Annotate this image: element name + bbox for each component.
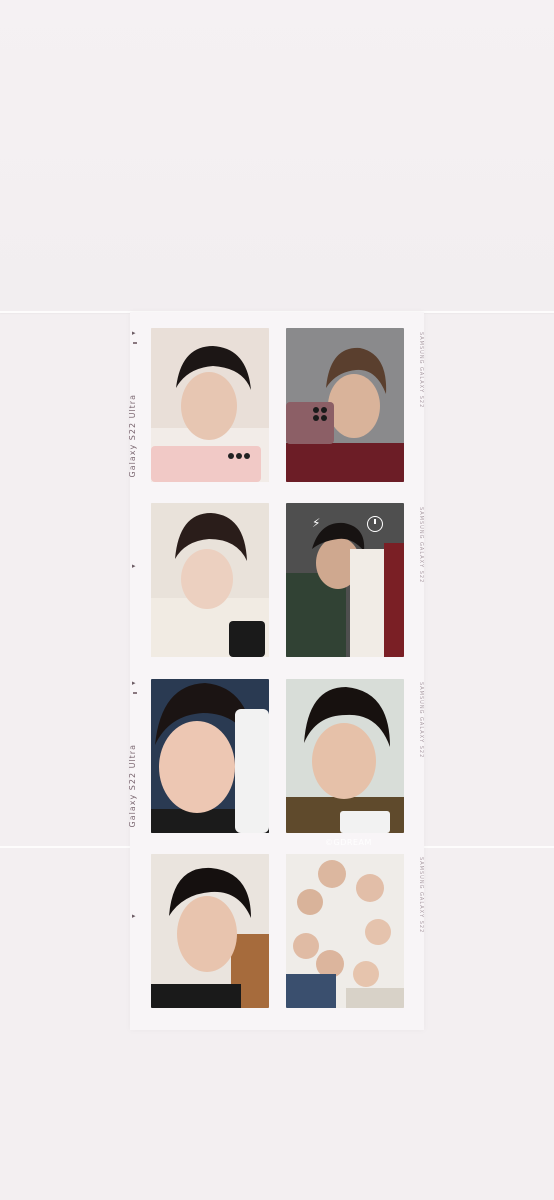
arrow-icon: ▸ — [132, 329, 136, 337]
photo-jin[interactable] — [151, 328, 269, 482]
photo-v[interactable] — [286, 679, 404, 833]
flash-icon: ⚡ — [312, 516, 321, 530]
left-vertical-text: Galaxy S22 Ultra — [128, 394, 137, 478]
right-code-text: SAMSUNG GALAXY S22 — [418, 682, 424, 759]
strip-left-margin: ▸ Galaxy S22 Ultra ▸ ▸ Galaxy S22 Ultra … — [128, 312, 146, 1030]
strip-right-margin: SAMSUNG GALAXY S22 SAMSUNG GALAXY S22 SA… — [408, 312, 424, 1030]
left-vertical-text: Galaxy S22 Ultra — [128, 744, 137, 828]
right-code-text: SAMSUNG GALAXY S22 — [418, 857, 424, 934]
dash-mark — [133, 342, 137, 344]
photo-rm[interactable] — [286, 328, 404, 482]
arrow-icon: ▸ — [132, 912, 136, 920]
arrow-icon: ▸ — [132, 562, 136, 570]
paper-background — [0, 0, 554, 312]
portrait-image — [151, 328, 269, 482]
portrait-image — [151, 503, 269, 657]
photo-jimin[interactable] — [151, 679, 269, 833]
portrait-image — [151, 854, 269, 1008]
watermark-text: ©GDREAM — [325, 838, 372, 847]
photo-jungkook[interactable] — [151, 854, 269, 1008]
portrait-image — [286, 679, 404, 833]
portrait-image — [286, 854, 404, 1008]
photo-suga[interactable] — [151, 503, 269, 657]
portrait-image — [286, 328, 404, 482]
right-code-text: SAMSUNG GALAXY S22 — [418, 507, 424, 584]
right-code-text: SAMSUNG GALAXY S22 — [418, 332, 424, 409]
arrow-icon: ▸ — [132, 679, 136, 687]
portrait-image — [286, 503, 404, 657]
dash-mark — [133, 692, 137, 694]
photo-group[interactable] — [286, 854, 404, 1008]
timer-icon — [367, 516, 383, 532]
photo-jhope[interactable]: ⚡ — [286, 503, 404, 657]
portrait-image — [151, 679, 269, 833]
